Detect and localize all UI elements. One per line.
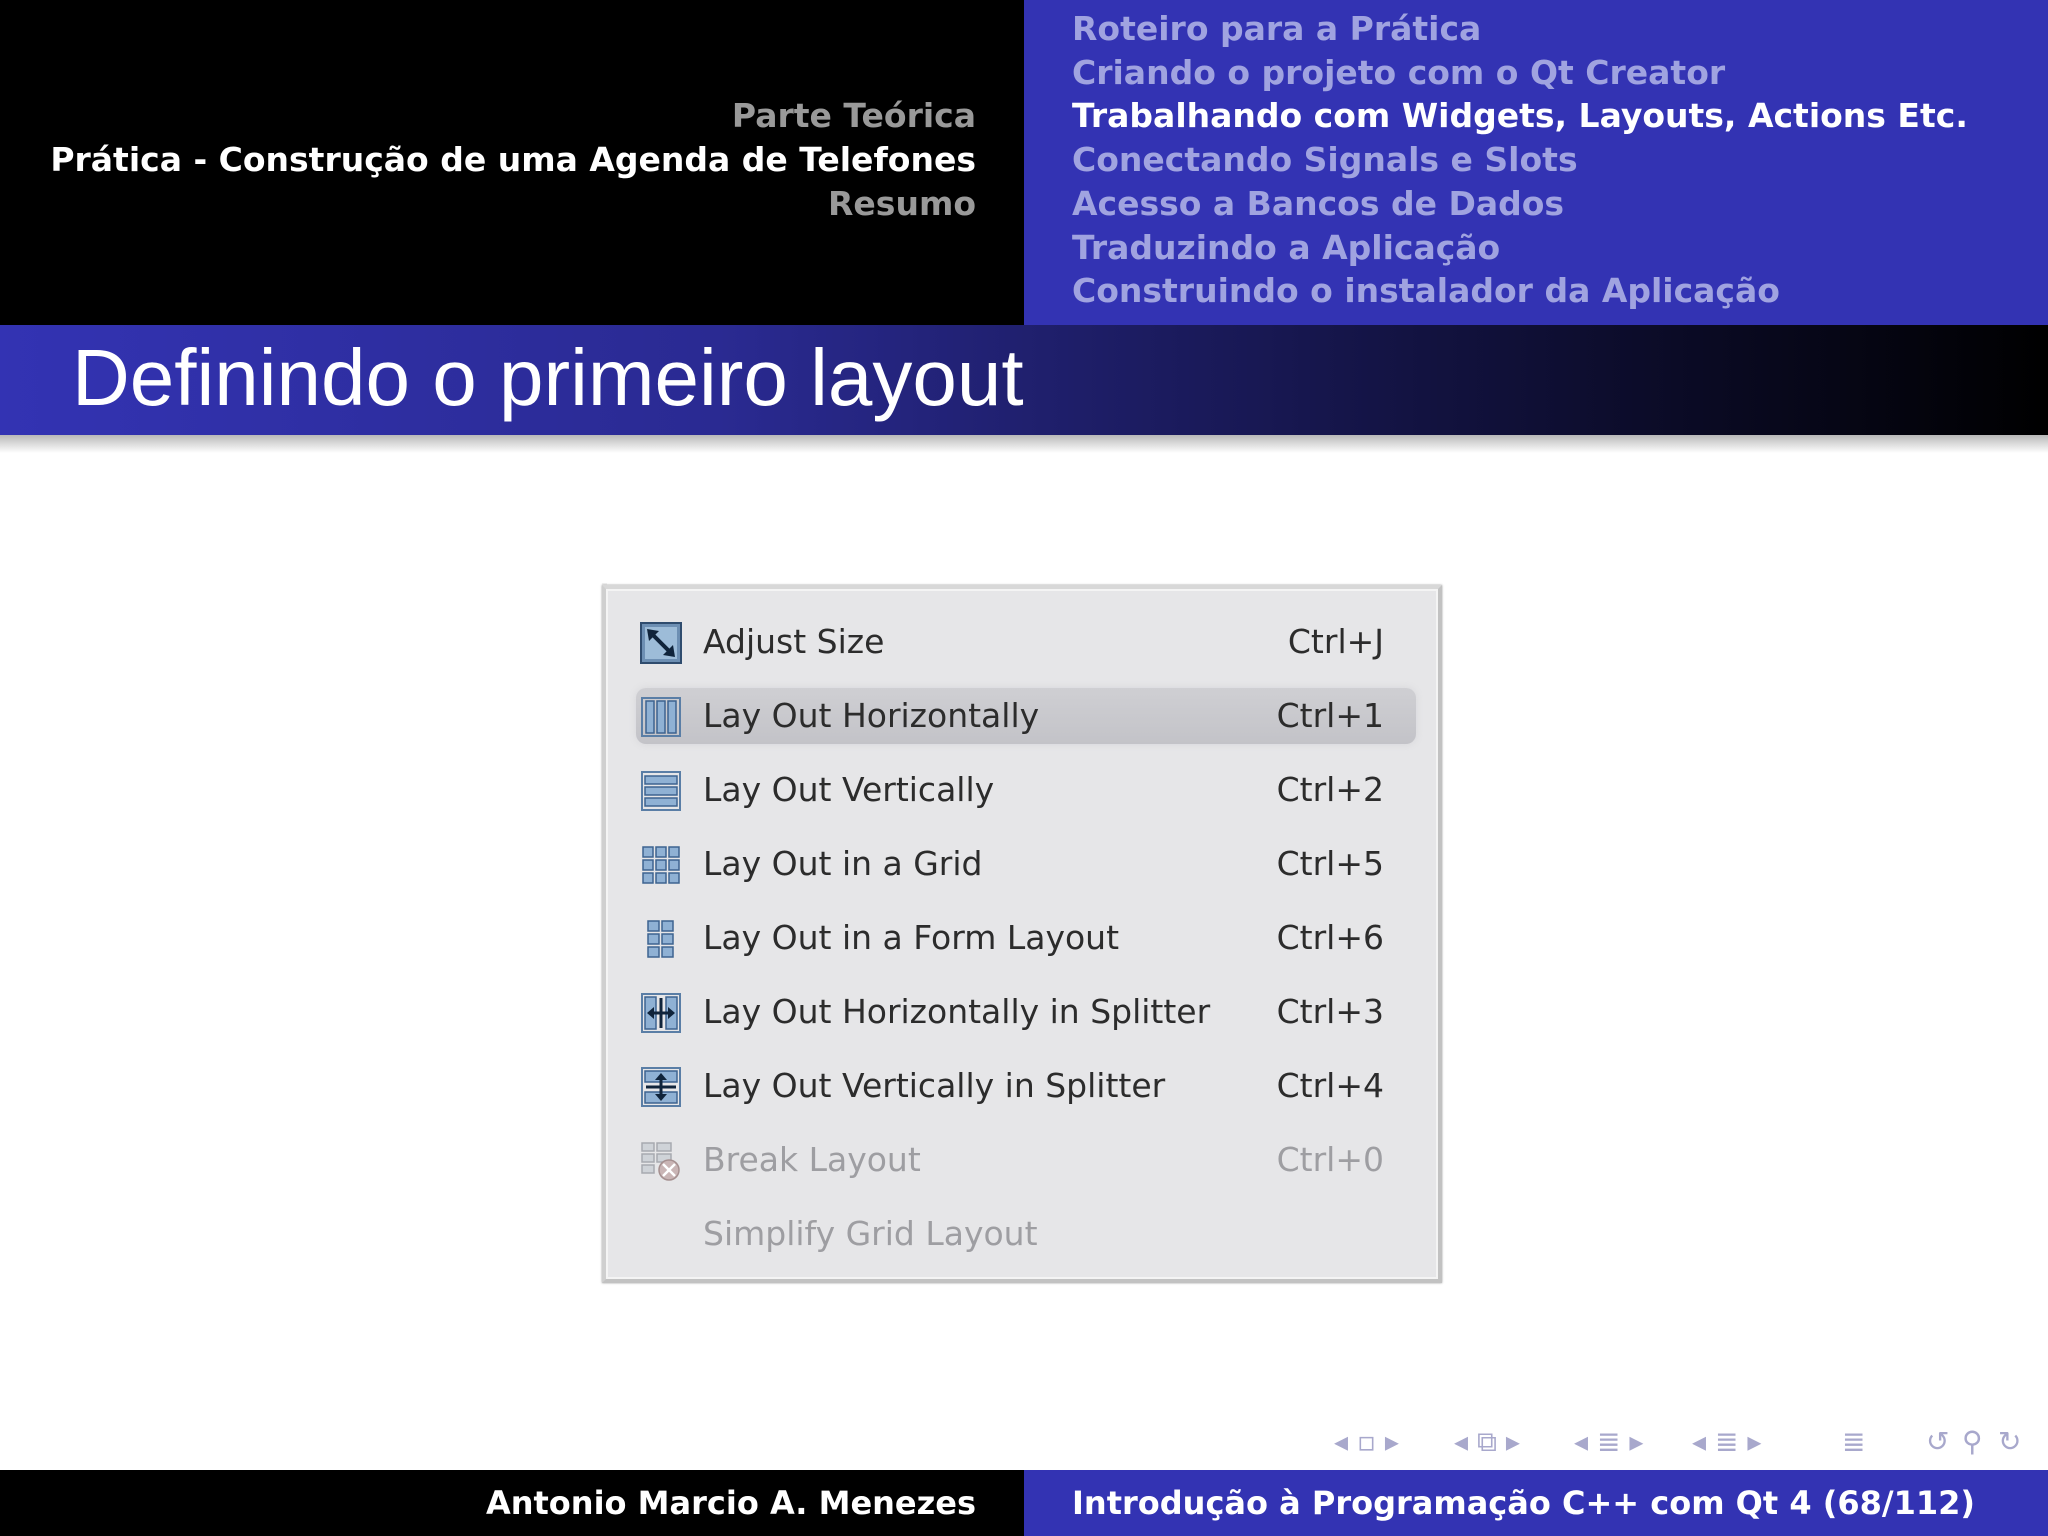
subsection-link-widgets-layouts[interactable]: Trabalhando com Widgets, Layouts, Action…	[1072, 94, 1968, 138]
menu-item-shortcut: Ctrl+1	[1276, 696, 1384, 735]
menu-item-label: Lay Out Horizontally in Splitter	[703, 992, 1211, 1031]
menu-item-label: Lay Out in a Form Layout	[703, 918, 1120, 957]
nav-subsection-icon[interactable]: ◂ ⧉ ▸	[1454, 1422, 1520, 1462]
menu-item-label: Lay Out Vertically	[703, 770, 995, 809]
nav-back-icon[interactable]: ↺	[1926, 1422, 1949, 1462]
section-link-resumo[interactable]: Resumo	[50, 182, 976, 226]
subsection-navigation: Roteiro para a Prática Criando o projeto…	[1072, 7, 1968, 313]
section-navigation: Parte Teórica Prática - Construção de um…	[50, 94, 976, 226]
menu-item-shortcut: Ctrl+0	[1276, 1140, 1384, 1179]
nav-document-icon[interactable]: ◂ ≣ ▸	[1692, 1422, 1761, 1462]
menu-item-adjust-size[interactable]: Adjust Size Ctrl+J	[636, 614, 1416, 670]
nav-section-icon[interactable]: ◂ ≣ ▸	[1574, 1422, 1643, 1462]
layout-form-icon	[640, 918, 682, 960]
subsection-link-roteiro[interactable]: Roteiro para a Prática	[1072, 7, 1968, 51]
layout-grid-icon	[640, 844, 682, 886]
frame-title-shadow	[0, 435, 2048, 453]
nav-search-icon[interactable]: ⚲	[1962, 1422, 1983, 1462]
menu-item-simplify-grid-layout[interactable]: Simplify Grid Layout	[636, 1206, 1416, 1262]
subsection-link-criando-projeto[interactable]: Criando o projeto com o Qt Creator	[1072, 51, 1968, 95]
menu-item-shortcut: Ctrl+6	[1276, 918, 1384, 957]
menu-item-label: Simplify Grid Layout	[703, 1214, 1038, 1253]
menu-item-break-layout[interactable]: Break Layout Ctrl+0	[636, 1132, 1416, 1188]
section-link-parte-teorica[interactable]: Parte Teórica	[50, 94, 976, 138]
nav-forward-icon[interactable]: ↻	[1998, 1422, 2021, 1462]
menu-item-label: Lay Out Vertically in Splitter	[703, 1066, 1166, 1105]
splitter-vertical-icon	[640, 1066, 682, 1108]
adjust-size-icon	[640, 622, 682, 664]
splitter-horizontal-icon	[640, 992, 682, 1034]
menu-item-label: Lay Out Horizontally	[703, 696, 1040, 735]
menu-item-shortcut: Ctrl+5	[1276, 844, 1384, 883]
menu-item-label: Adjust Size	[703, 622, 885, 661]
footer-author: Antonio Marcio A. Menezes	[485, 1484, 976, 1522]
section-link-pratica[interactable]: Prática - Construção de uma Agenda de Te…	[50, 138, 976, 182]
break-layout-icon	[640, 1140, 682, 1182]
menu-item-shortcut: Ctrl+3	[1276, 992, 1384, 1031]
menu-item-lay-out-form[interactable]: Lay Out in a Form Layout Ctrl+6	[636, 910, 1416, 966]
menu-item-lay-out-vertically-splitter[interactable]: Lay Out Vertically in Splitter Ctrl+4	[636, 1058, 1416, 1114]
menu-item-lay-out-grid[interactable]: Lay Out in a Grid Ctrl+5	[636, 836, 1416, 892]
layout-horizontal-icon	[640, 696, 682, 738]
subsection-link-bancos-dados[interactable]: Acesso a Bancos de Dados	[1072, 182, 1968, 226]
frame-title: Definindo o primeiro layout	[72, 333, 1024, 422]
subsection-link-instalador[interactable]: Construindo o instalador da Aplicação	[1072, 269, 1968, 313]
menu-item-lay-out-horizontally[interactable]: Lay Out Horizontally Ctrl+1	[636, 688, 1416, 744]
subsection-link-signals-slots[interactable]: Conectando Signals e Slots	[1072, 138, 1968, 182]
layout-vertical-icon	[640, 770, 682, 812]
menu-item-label: Break Layout	[703, 1140, 921, 1179]
subsection-link-traduzindo[interactable]: Traduzindo a Aplicação	[1072, 226, 1968, 270]
layout-context-menu: Adjust Size Ctrl+J Lay Out Horizontally …	[602, 585, 1442, 1283]
nav-frame-icon[interactable]: ◂ ▫ ▸	[1334, 1422, 1399, 1462]
menu-item-lay-out-horizontally-splitter[interactable]: Lay Out Horizontally in Splitter Ctrl+3	[636, 984, 1416, 1040]
menu-item-label: Lay Out in a Grid	[703, 844, 983, 883]
footer-title: Introdução à Programação C++ com Qt 4 (6…	[1072, 1484, 1975, 1522]
nav-document-end-icon[interactable]: ≣	[1842, 1422, 1865, 1462]
menu-item-shortcut: Ctrl+4	[1276, 1066, 1384, 1105]
menu-item-lay-out-vertically[interactable]: Lay Out Vertically Ctrl+2	[636, 762, 1416, 818]
menu-item-shortcut: Ctrl+J	[1287, 622, 1384, 661]
menu-item-shortcut: Ctrl+2	[1276, 770, 1384, 809]
